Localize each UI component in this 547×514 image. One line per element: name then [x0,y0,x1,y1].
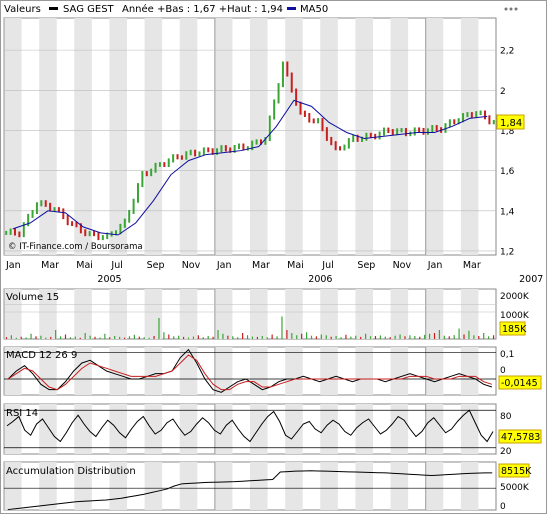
volume-last-badge: 185K [499,321,527,336]
volume-tick-2000k: 2000K [500,292,530,302]
rsi-tick-20: 20 [500,447,512,457]
macd-tick-0-1: 0,1 [500,350,514,360]
x-tick-label: Mai [287,260,304,271]
x-tick-label: Nov [393,260,412,271]
chart-canvas: Valeurs SAG GEST Année +Bas : 1,67 +Haut… [0,0,547,514]
x-tick-label: Mar [463,260,481,271]
series-name: SAG GEST [63,4,115,15]
price-y-tick: 1,6 [500,167,515,177]
credit-text: © IT-Finance.com / Boursorama [8,242,143,252]
svg-text:-0,0145: -0,0145 [501,378,538,389]
x-tick-label: Mai [76,260,93,271]
price-panel: 1,21,41,61,822,2 © IT-Finance.com / Bour… [3,17,525,257]
year-label: 2005 [97,274,121,285]
rsi-panel: RSI 14 80 47,5783 20 [3,403,542,457]
x-tick-label: Nov [182,260,201,271]
x-tick-label: Jan [5,260,21,271]
ad-title: Accumulation Distribution [6,466,136,477]
svg-text:47,5783: 47,5783 [501,432,540,443]
x-tick-label: Sep [357,260,375,271]
macd-last-badge: -0,0145 [498,375,542,390]
price-y-tick: 2 [500,87,506,97]
x-tick-label: Sep [147,260,165,271]
volume-panel: Volume 15 2000K 1000K 185K [3,288,530,340]
stock-chart: Valeurs SAG GEST Année +Bas : 1,67 +Haut… [0,0,547,514]
valeurs-label: Valeurs [4,4,41,15]
macd-tick-0: 0 [500,366,506,376]
rsi-title: RSI 14 [6,408,38,419]
rsi-last-badge: 47,5783 [498,429,542,444]
macd-title: MACD 12 26 9 [6,350,77,361]
year-range-text: Année +Bas : 1,67 +Haut : 1,94 [122,3,283,15]
price-y-tick: 2,2 [500,47,514,57]
x-tick-label: Jul [110,260,122,271]
volume-title: Volume 15 [6,292,59,303]
ad-last-badge: 8515K [498,463,532,478]
x-tick-label: Jan [216,260,232,271]
ma-legend-swatch [287,7,296,10]
x-tick-label: Jul [321,260,333,271]
rsi-tick-80: 80 [500,412,512,422]
svg-text:185K: 185K [502,324,527,335]
volume-tick-1000k: 1000K [500,311,530,321]
year-label: 2007 [519,274,543,285]
x-tick-label: Jan [427,260,443,271]
series-legend-swatch [49,7,58,10]
ad-tick-0: 0 [500,502,506,512]
svg-text:1,84: 1,84 [500,118,522,129]
last-price-badge: 1,84 [496,114,525,130]
macd-panel: MACD 12 26 9 0,1 0 -0,0145 [3,346,542,396]
x-tick-label: Mar [252,260,270,271]
ad-tick-5000k: 5000K [500,483,530,493]
ma-legend-label: MA50 [300,4,328,15]
ad-panel: Accumulation Distribution 8515K 5000K 0 [3,461,532,512]
x-tick-label: Mar [41,260,59,271]
svg-text:8515K: 8515K [501,466,532,477]
year-label: 2006 [308,274,332,285]
price-y-tick: 1,2 [500,247,514,257]
price-y-tick: 1,4 [500,207,515,217]
three-dots-icon[interactable] [504,7,518,11]
